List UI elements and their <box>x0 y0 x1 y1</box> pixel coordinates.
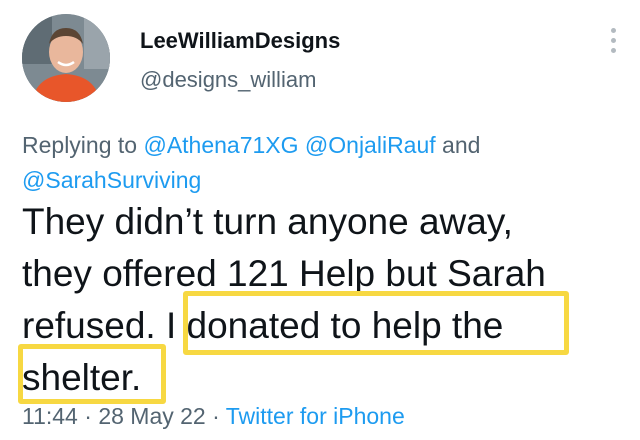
author-handle[interactable]: @designs_william <box>140 67 316 93</box>
replying-to-line: Replying to @Athena71XG @OnjaliRauf and … <box>22 128 602 198</box>
tweet-source-link[interactable]: Twitter for iPhone <box>226 403 405 429</box>
author-avatar[interactable] <box>22 14 110 102</box>
mention-link-sarah[interactable]: @SarahSurviving <box>22 167 201 193</box>
tweet-line: They didn’t turn anyone away, <box>22 201 513 242</box>
tweet-time[interactable]: 11:44 <box>22 403 78 429</box>
tweet-card: LeeWilliamDesigns @designs_william Reply… <box>0 0 640 440</box>
tweet-meta: 11:44 · 28 May 22 · Twitter for iPhone <box>22 403 405 430</box>
mention-link-onjali[interactable]: @OnjaliRauf <box>305 132 436 158</box>
meta-separator: · <box>212 403 220 429</box>
profile-photo-icon <box>22 14 110 102</box>
tweet-line: they offered 121 Help but Sarah <box>22 253 546 294</box>
mention-joiner: and <box>442 132 481 158</box>
tweet-date[interactable]: 28 May 22 <box>98 403 205 429</box>
mention-link-athena[interactable]: @Athena71XG <box>143 132 298 158</box>
tweet-text: They didn’t turn anyone away, they offer… <box>22 196 622 404</box>
meta-separator: · <box>84 403 92 429</box>
replying-prefix: Replying to <box>22 132 138 158</box>
tweet-line: refused. I donated to help the <box>22 305 504 346</box>
tweet-line: shelter. <box>22 357 142 398</box>
more-options-icon[interactable] <box>608 28 618 60</box>
author-display-name[interactable]: LeeWilliamDesigns <box>140 28 340 54</box>
